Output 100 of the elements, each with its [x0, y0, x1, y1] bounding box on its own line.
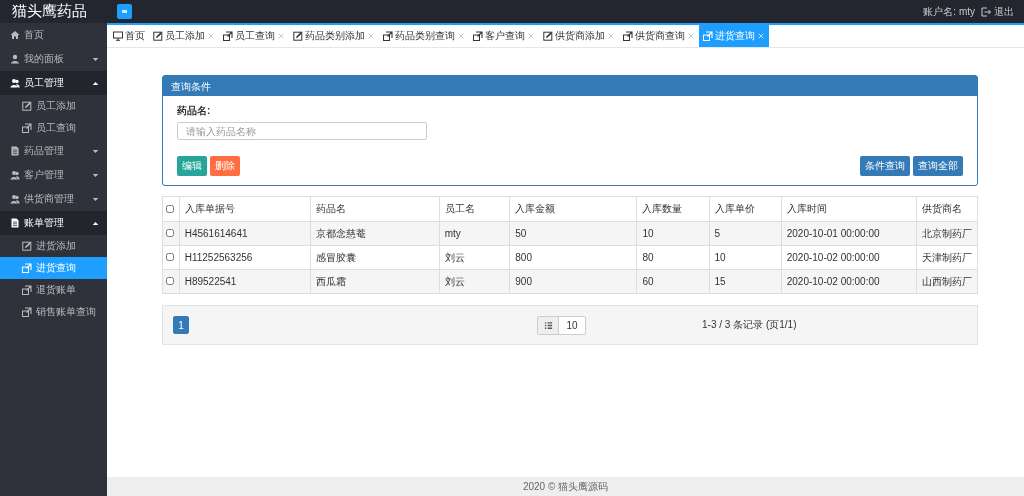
row-checkbox[interactable]: [166, 253, 174, 261]
table-cell: 刘云: [439, 269, 510, 294]
sidebar-group[interactable]: 账单管理: [0, 211, 107, 235]
caret-icon: [92, 79, 99, 87]
share-icon: [623, 31, 633, 41]
user-icon: [10, 54, 20, 64]
document-icon: [10, 218, 20, 228]
close-icon[interactable]: [367, 32, 375, 40]
sidebar-item[interactable]: 员工查询: [0, 117, 107, 139]
close-icon[interactable]: [687, 32, 695, 40]
field-label: 药品名:: [177, 104, 212, 118]
edit-icon: [153, 31, 163, 41]
tab[interactable]: 供货商添加: [539, 25, 619, 47]
table-cell: 2020-10-01 00:00:00: [781, 221, 917, 246]
close-icon[interactable]: [457, 32, 465, 40]
users-icon: [10, 170, 20, 180]
table-cell: 50: [509, 221, 637, 246]
tab[interactable]: 药品类别添加: [289, 25, 379, 47]
monitor-icon: [113, 31, 123, 41]
panel-header: 查询条件: [163, 76, 977, 96]
select-all-checkbox[interactable]: [166, 204, 174, 213]
column-header: 入库单价: [709, 196, 782, 222]
sidebar-item[interactable]: 销售账单查询: [0, 301, 107, 323]
query-button[interactable]: 条件查询: [860, 156, 910, 176]
table-cell: 刘云: [439, 245, 510, 270]
sidebar-item[interactable]: 员工添加: [0, 95, 107, 117]
close-icon[interactable]: [527, 32, 535, 40]
sidebar-item[interactable]: 首页: [0, 23, 107, 47]
share-icon: [383, 31, 393, 41]
table-cell: H11252563256: [179, 245, 311, 270]
share-icon: [22, 263, 32, 273]
table-cell: 感冒胶囊: [310, 245, 440, 270]
edit-icon: [293, 31, 303, 41]
share-icon: [223, 31, 233, 41]
caret-icon: [92, 219, 99, 227]
table-cell: 北京制药厂: [916, 221, 978, 246]
account-name: 账户名: mty: [923, 4, 975, 19]
table-cell: 天津制药厂: [916, 245, 978, 270]
sidebar-group[interactable]: 供货商管理: [0, 187, 107, 211]
query-button[interactable]: 查询全部: [913, 156, 963, 176]
table-cell: 5: [709, 221, 782, 246]
row-checkbox[interactable]: [166, 229, 174, 237]
sidebar-item[interactable]: 进货添加: [0, 235, 107, 257]
table-cell: 900: [509, 269, 637, 294]
tab[interactable]: 首页: [109, 25, 149, 47]
caret-icon: [92, 55, 99, 63]
users-icon: [10, 78, 20, 88]
page-button[interactable]: 1: [173, 316, 189, 334]
tab[interactable]: 员工添加: [149, 25, 219, 47]
menu-toggle-button[interactable]: [117, 4, 132, 19]
column-header: 入库金额: [509, 196, 637, 222]
share-icon: [22, 285, 32, 295]
caret-icon: [92, 171, 99, 179]
document-icon: [10, 146, 20, 156]
table-cell: 西瓜霜: [310, 269, 440, 294]
drug-name-input[interactable]: 请输入药品名称: [177, 122, 427, 140]
edit-icon: [22, 101, 32, 111]
column-header: 供货商名: [916, 196, 978, 222]
sidebar-group[interactable]: 客户管理: [0, 163, 107, 187]
share-icon: [22, 307, 32, 317]
table-cell: 10: [636, 221, 710, 246]
close-icon[interactable]: [277, 32, 285, 40]
app-logo: 猫头鹰药品: [11, 2, 88, 21]
table-cell: 2020-10-02 00:00:00: [781, 269, 917, 294]
close-icon[interactable]: [607, 32, 615, 40]
logout-icon: [981, 6, 991, 17]
table-cell: 80: [636, 245, 710, 270]
list-icon: [543, 321, 553, 330]
sidebar-group[interactable]: 药品管理: [0, 139, 107, 163]
table-cell: H4561614641: [179, 221, 311, 246]
share-icon: [22, 123, 32, 133]
column-header: 入库单据号: [179, 196, 311, 222]
column-header: 入库时间: [781, 196, 917, 222]
row-checkbox[interactable]: [166, 277, 174, 285]
table-cell: 15: [709, 269, 782, 294]
footer-text: 2020 © 猫头鹰源码: [107, 477, 1024, 496]
sidebar-group[interactable]: 员工管理: [0, 71, 107, 95]
tab[interactable]: 员工查询: [219, 25, 289, 47]
page-size-selector[interactable]: 10: [537, 316, 586, 335]
table-cell: 60: [636, 269, 710, 294]
table-cell: H89522541: [179, 269, 311, 294]
share-icon: [473, 31, 483, 41]
table-cell: mty: [439, 221, 510, 246]
tab[interactable]: 客户查询: [469, 25, 539, 47]
edit-icon: [22, 241, 32, 251]
column-header: 入库数量: [636, 196, 710, 222]
close-icon[interactable]: [207, 32, 215, 40]
table-cell: 京都念慈菴: [310, 221, 440, 246]
home-icon: [10, 30, 20, 40]
tab[interactable]: 供货商查询: [619, 25, 699, 47]
logout-link[interactable]: 退出: [981, 4, 1014, 19]
users-icon: [10, 194, 20, 204]
table-cell: 山西制药厂: [916, 269, 978, 294]
share-icon: [703, 31, 713, 41]
sidebar-item[interactable]: 退货账单: [0, 279, 107, 301]
record-summary: 1-3 / 3 条记录 (页1/1): [702, 318, 798, 332]
table-cell: 10: [709, 245, 782, 270]
tab[interactable]: 药品类别查询: [379, 25, 469, 47]
edit-icon: [543, 31, 553, 41]
sidebar-group[interactable]: 我的面板: [0, 47, 107, 71]
